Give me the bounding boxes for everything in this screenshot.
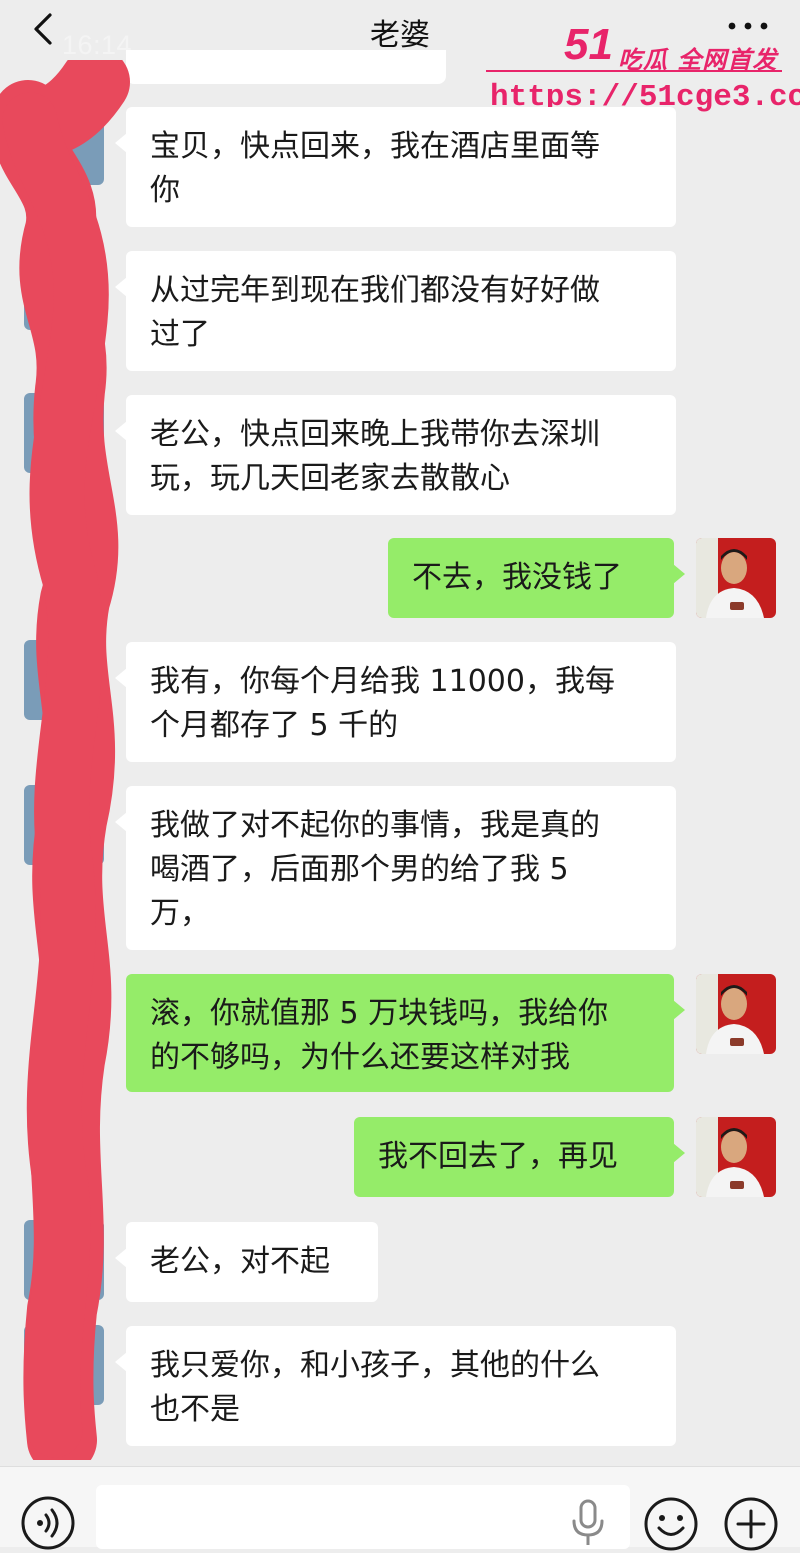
message-line: 的不够吗，为什么还要这样对我 (150, 1040, 570, 1075)
message-bubble-incoming[interactable]: 从过完年到现在我们都没有好好做 过了 (115, 251, 676, 371)
user-photo-icon (696, 974, 776, 1054)
message-line: 从过完年到现在我们都没有好好做 (150, 273, 600, 308)
watermark-logo: 51 (564, 20, 613, 69)
user-photo-icon (696, 538, 776, 618)
plus-icon[interactable] (722, 1495, 780, 1553)
message-line: 万， (150, 896, 210, 931)
my-avatar[interactable] (696, 974, 776, 1054)
message-line: 老公，对不起 (150, 1244, 330, 1279)
emoji-icon[interactable] (642, 1495, 700, 1553)
message-line: 我只爱你，和小孩子，其他的什么 (150, 1348, 600, 1383)
message-line: 滚，你就值那 5 万块钱吗，我给你 (150, 996, 609, 1031)
message-line: 过了 (150, 317, 210, 352)
message-bubble-incoming[interactable]: 我做了对不起你的事情，我是真的 喝酒了，后面那个男的给了我 5 万， (115, 786, 676, 950)
message-bubble-incoming[interactable]: 我有，你每个月给我 11000，我每 个月都存了 5 千的 (115, 642, 676, 762)
watermark-divider (486, 70, 782, 72)
message-line: 喝酒了，后面那个男的给了我 5 (150, 852, 569, 887)
message-bubble-outgoing[interactable]: 不去，我没钱了 (388, 538, 685, 618)
message-bubble-incoming[interactable]: 我只爱你，和小孩子，其他的什么 也不是 (115, 1326, 676, 1446)
message-bubble-incoming[interactable]: 老公，快点回来晚上我带你去深圳 玩，玩几天回老家去散散心 (115, 395, 676, 515)
message-line: 我有，你每个月给我 11000，我每 (150, 664, 615, 699)
message-line: 我不回去了，再见 (378, 1139, 618, 1174)
message-line: 宝贝，快点回来，我在酒店里面等 (150, 129, 600, 164)
user-photo-icon (696, 1117, 776, 1197)
message-bubble-incoming[interactable]: 宝贝，快点回来，我在酒店里面等 你 (115, 107, 676, 227)
message-bubble-incoming[interactable]: 老公，对不起 (115, 1222, 378, 1302)
message-input[interactable] (96, 1485, 630, 1549)
message-bubble-outgoing[interactable]: 滚，你就值那 5 万块钱吗，我给你 的不够吗，为什么还要这样对我 (126, 974, 685, 1092)
message-line: 不去，我没钱了 (412, 560, 622, 595)
message-line: 老公，快点回来晚上我带你去深圳 (150, 417, 600, 452)
voice-icon[interactable] (20, 1495, 76, 1551)
my-avatar[interactable] (696, 1117, 776, 1197)
message-line: 玩，玩几天回老家去散散心 (150, 461, 510, 496)
message-line: 你 (150, 173, 180, 208)
message-line: 个月都存了 5 千的 (150, 708, 399, 743)
my-avatar[interactable] (696, 538, 776, 618)
microphone-icon[interactable] (568, 1497, 608, 1547)
message-line: 我做了对不起你的事情，我是真的 (150, 808, 600, 843)
censor-scribble (0, 60, 130, 1460)
message-bubble-outgoing[interactable]: 我不回去了，再见 (354, 1117, 685, 1197)
message-bubble-partial (126, 50, 446, 84)
message-line: 也不是 (150, 1392, 240, 1427)
input-bar (0, 1466, 800, 1551)
